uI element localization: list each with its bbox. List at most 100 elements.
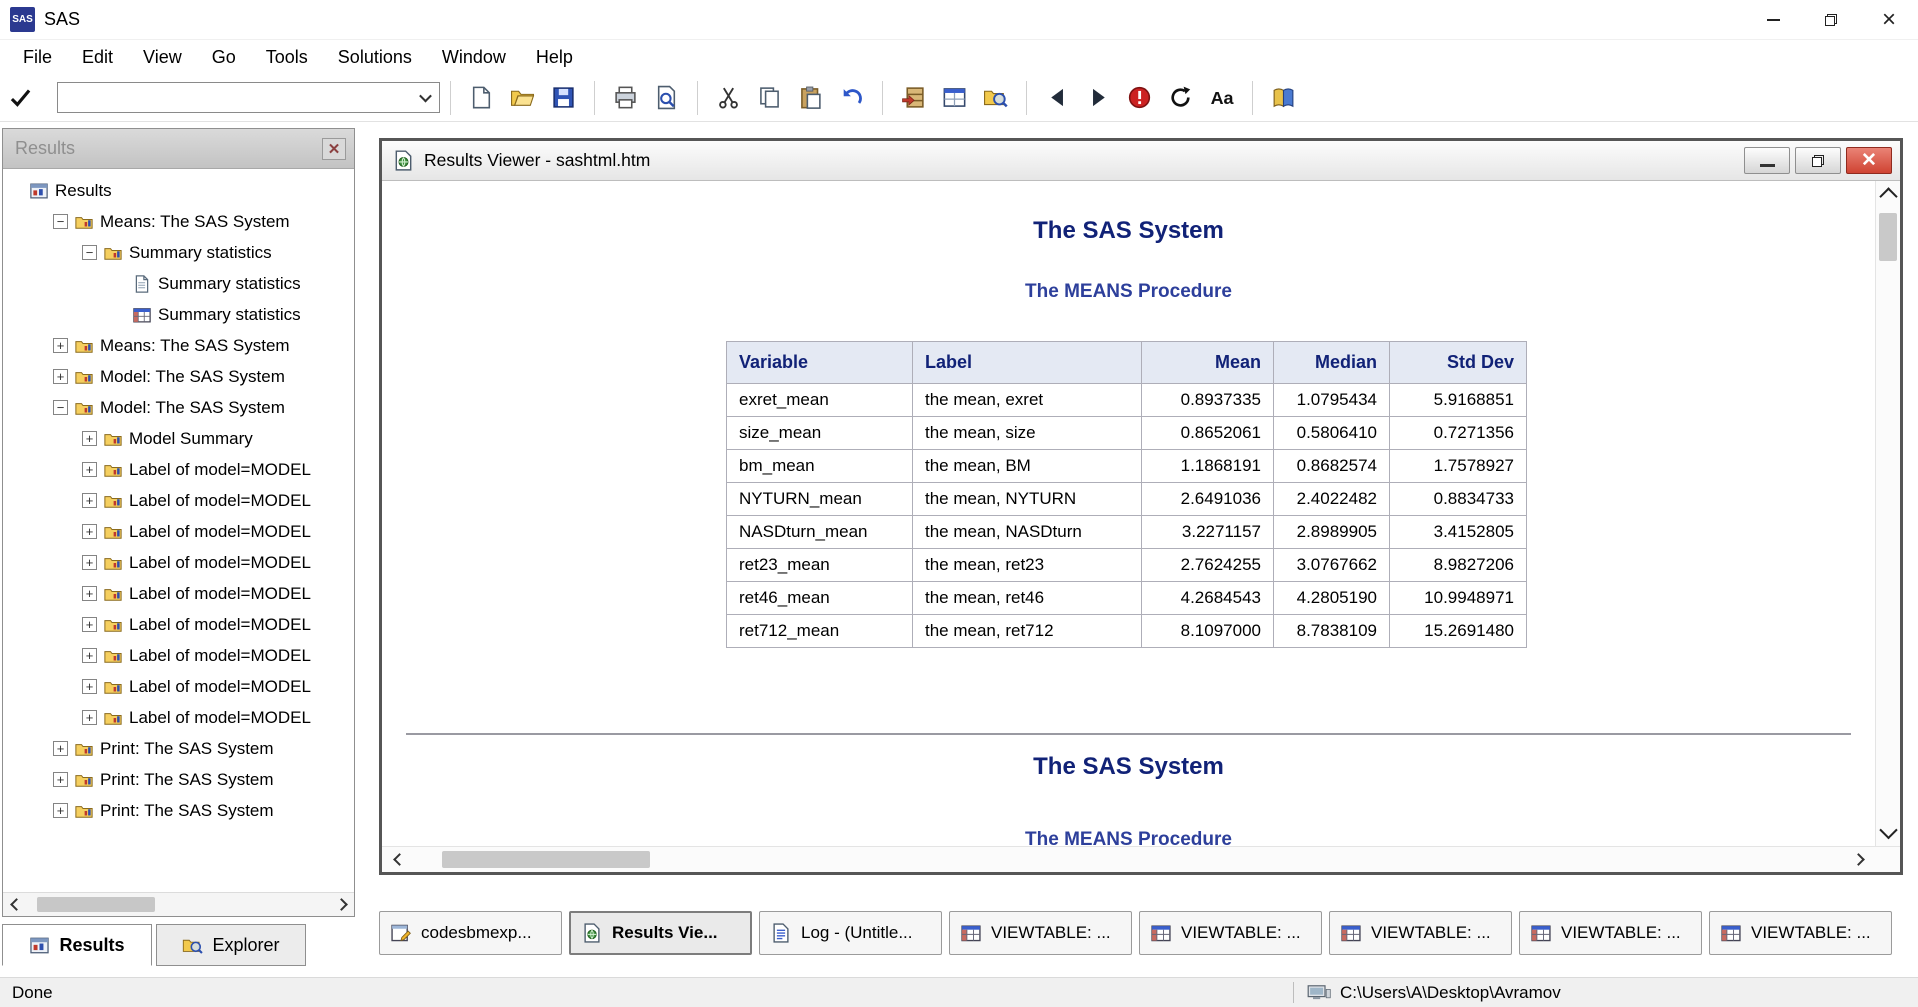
collapse-toggle[interactable]: − (53, 214, 68, 229)
tree-item[interactable]: +Means: The SAS System (3, 330, 354, 361)
break-button[interactable] (1122, 81, 1157, 114)
collapse-toggle[interactable]: − (82, 245, 97, 260)
save-button[interactable] (546, 81, 581, 114)
scroll-left-arrow[interactable] (384, 847, 414, 872)
scroll-left-arrow[interactable] (3, 893, 29, 916)
expand-toggle[interactable]: + (82, 493, 97, 508)
help-button[interactable] (1266, 81, 1301, 114)
window-button-log[interactable]: Log - (Untitle... (759, 911, 942, 955)
window-button-viewtable[interactable]: VIEWTABLE: ... (1709, 911, 1892, 955)
expand-toggle[interactable]: + (82, 431, 97, 446)
minimize-button[interactable] (1744, 0, 1802, 39)
expand-toggle[interactable]: + (82, 462, 97, 477)
tree-item-results-root[interactable]: Results (3, 175, 354, 206)
window-button-editor[interactable]: codesbmexp... (379, 911, 562, 955)
tree-item[interactable]: +Print: The SAS System (3, 733, 354, 764)
back-button[interactable] (1040, 81, 1075, 114)
scrollbar-thumb[interactable] (442, 851, 650, 868)
tree-item[interactable]: +Label of model=MODEL (3, 640, 354, 671)
tree-item[interactable]: −Summary statistics (3, 237, 354, 268)
window-button-viewtable[interactable]: VIEWTABLE: ... (1519, 911, 1702, 955)
tree-item[interactable]: +Label of model=MODEL (3, 702, 354, 733)
scrollbar-thumb[interactable] (37, 897, 155, 912)
viewer-minimize-button[interactable] (1744, 147, 1790, 174)
results-viewer-icon (581, 922, 603, 944)
window-button-viewtable[interactable]: VIEWTABLE: ... (1329, 911, 1512, 955)
forward-button[interactable] (1081, 81, 1116, 114)
tree-item[interactable]: +Model Summary (3, 423, 354, 454)
results-viewer-title: Results Viewer - sashtml.htm (424, 150, 650, 171)
window-button-viewtable[interactable]: VIEWTABLE: ... (1139, 911, 1322, 955)
viewer-vertical-scrollbar[interactable] (1875, 181, 1900, 846)
close-button[interactable]: × (1860, 0, 1918, 39)
expand-toggle[interactable]: + (82, 524, 97, 539)
scroll-right-arrow[interactable] (1843, 847, 1873, 872)
results-panel-close-button[interactable]: ✕ (322, 138, 346, 160)
menu-tools[interactable]: Tools (251, 41, 323, 74)
command-input[interactable] (58, 83, 411, 112)
cut-button[interactable] (711, 81, 746, 114)
undo-button[interactable] (834, 81, 869, 114)
print-button[interactable] (608, 81, 643, 114)
expand-toggle[interactable]: + (82, 679, 97, 694)
tab-results[interactable]: Results (2, 924, 152, 966)
copy-button[interactable] (752, 81, 787, 114)
expand-toggle[interactable]: + (82, 586, 97, 601)
collapse-toggle[interactable]: − (53, 400, 68, 415)
menu-solutions[interactable]: Solutions (323, 41, 427, 74)
tree-item[interactable]: −Model: The SAS System (3, 392, 354, 423)
menu-view[interactable]: View (128, 41, 197, 74)
command-check-button[interactable] (3, 81, 38, 114)
new-document-button[interactable] (464, 81, 499, 114)
expand-toggle[interactable]: + (53, 803, 68, 818)
tree-item[interactable]: Summary statistics (3, 268, 354, 299)
window-button-results-viewer[interactable]: Results Vie... (569, 911, 752, 955)
expand-toggle[interactable]: + (82, 555, 97, 570)
viewer-horizontal-scrollbar[interactable] (382, 847, 1875, 872)
fonts-button[interactable] (1204, 81, 1239, 114)
tree-item[interactable]: +Print: The SAS System (3, 795, 354, 826)
tab-explorer[interactable]: Explorer (156, 924, 306, 966)
menu-go[interactable]: Go (197, 41, 251, 74)
expand-toggle[interactable]: + (82, 648, 97, 663)
tree-item[interactable]: +Label of model=MODEL (3, 454, 354, 485)
toolbar-separator (1026, 81, 1027, 115)
expand-toggle[interactable]: + (82, 710, 97, 725)
viewer-close-button[interactable]: ✕ (1846, 147, 1892, 174)
tree-item[interactable]: +Label of model=MODEL (3, 578, 354, 609)
panel-horizontal-scrollbar[interactable] (3, 892, 354, 916)
scrollbar-thumb[interactable] (1879, 213, 1897, 261)
window-button-viewtable[interactable]: VIEWTABLE: ... (949, 911, 1132, 955)
expand-toggle[interactable]: + (82, 617, 97, 632)
scroll-up-arrow[interactable] (1876, 181, 1900, 211)
tree-item[interactable]: +Label of model=MODEL (3, 547, 354, 578)
scroll-right-arrow[interactable] (328, 893, 354, 916)
tree-item[interactable]: Summary statistics (3, 299, 354, 330)
window-list-button[interactable] (937, 81, 972, 114)
expand-toggle[interactable]: + (53, 369, 68, 384)
print-preview-button[interactable] (649, 81, 684, 114)
expand-toggle[interactable]: + (53, 772, 68, 787)
tree-item[interactable]: +Label of model=MODEL (3, 609, 354, 640)
tree-item[interactable]: +Model: The SAS System (3, 361, 354, 392)
menu-file[interactable]: File (8, 41, 67, 74)
explorer-button[interactable] (978, 81, 1013, 114)
command-dropdown-button[interactable] (411, 83, 439, 112)
expand-toggle[interactable]: + (53, 338, 68, 353)
open-button[interactable] (505, 81, 540, 114)
tree-item[interactable]: +Label of model=MODEL (3, 671, 354, 702)
tree-item[interactable]: +Label of model=MODEL (3, 485, 354, 516)
paste-button[interactable] (793, 81, 828, 114)
viewer-restore-button[interactable] (1795, 147, 1841, 174)
new-library-button[interactable] (896, 81, 931, 114)
refresh-button[interactable] (1163, 81, 1198, 114)
tree-item[interactable]: −Means: The SAS System (3, 206, 354, 237)
scroll-down-arrow[interactable] (1876, 816, 1900, 846)
menu-edit[interactable]: Edit (67, 41, 128, 74)
menu-window[interactable]: Window (427, 41, 521, 74)
menu-help[interactable]: Help (521, 41, 588, 74)
restore-button[interactable] (1802, 0, 1860, 39)
tree-item[interactable]: +Print: The SAS System (3, 764, 354, 795)
tree-item[interactable]: +Label of model=MODEL (3, 516, 354, 547)
expand-toggle[interactable]: + (53, 741, 68, 756)
